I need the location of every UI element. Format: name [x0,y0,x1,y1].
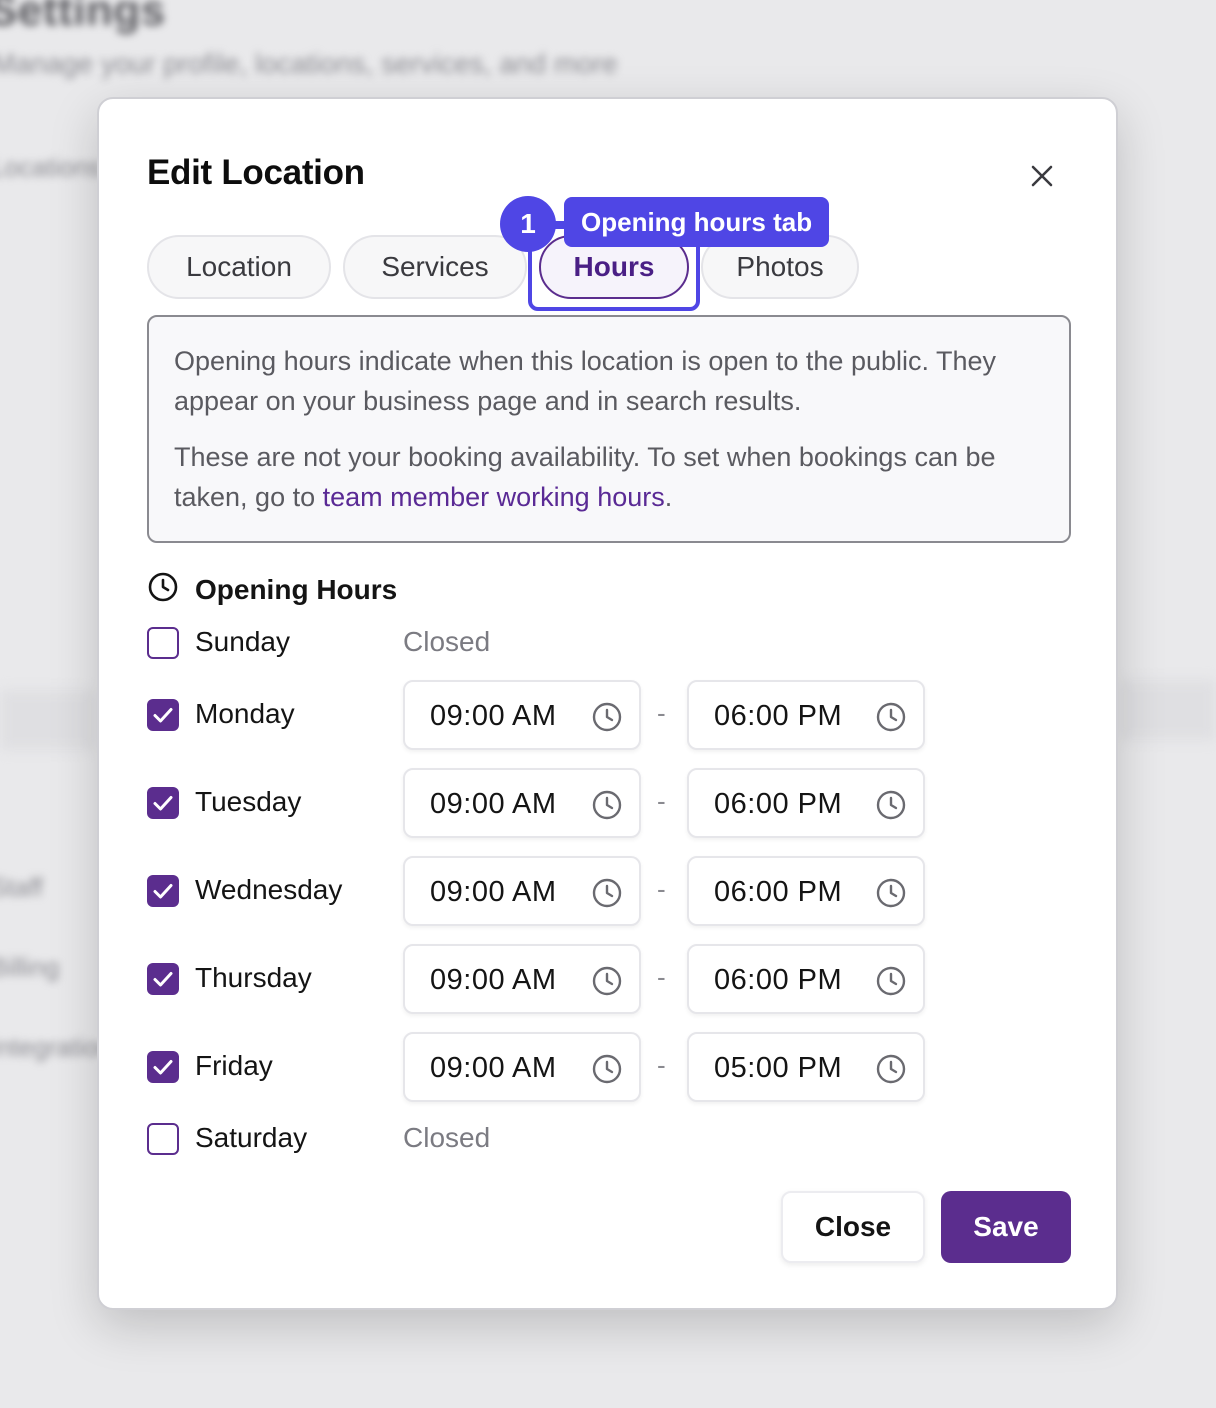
tuesday-open-time-input[interactable]: 09:00 AM [403,768,641,838]
check-icon [153,1060,173,1075]
save-button[interactable]: Save [941,1191,1071,1263]
close-icon[interactable] [1027,161,1057,191]
time-value: 09:00 AM [430,700,557,732]
day-row-friday: Friday 09:00 AM - 05:00 PM [147,1031,1047,1103]
closed-label: Closed [403,626,491,657]
saturday-checkbox[interactable] [147,1123,179,1155]
friday-open-time-input[interactable]: 09:00 AM [403,1032,641,1102]
wednesday-checkbox[interactable] [147,875,179,907]
thursday-open-time-input[interactable]: 09:00 AM [403,944,641,1014]
time-value: 09:00 AM [430,876,557,908]
tuesday-checkbox[interactable] [147,787,179,819]
time-value: 05:00 PM [714,1052,843,1084]
thursday-close-time-input[interactable]: 06:00 PM [687,944,925,1014]
clock-icon [592,966,622,996]
monday-close-time-input[interactable]: 06:00 PM [687,680,925,750]
clock-icon [876,1054,906,1084]
check-icon [153,796,173,811]
check-icon [153,708,173,723]
time-value: 06:00 PM [714,964,843,996]
day-label: Wednesday [195,874,343,905]
wednesday-open-time-input[interactable]: 09:00 AM [403,856,641,926]
info-paragraph-2: These are not your booking availability.… [174,437,1045,517]
sunday-checkbox[interactable] [147,627,179,659]
time-separator: - [657,786,666,816]
day-label: Tuesday [195,786,302,817]
check-icon [153,884,173,899]
day-row-tuesday: Tuesday 09:00 AM - 06:00 PM [147,767,1047,839]
clock-icon [876,790,906,820]
monday-checkbox[interactable] [147,699,179,731]
info-paragraph-1: Opening hours indicate when this locatio… [174,346,997,416]
day-row-sunday: Sunday Closed [147,611,1047,683]
clock-icon [876,878,906,908]
monday-open-time-input[interactable]: 09:00 AM [403,680,641,750]
time-separator: - [657,1050,666,1080]
day-row-monday: Monday 09:00 AM - 06:00 PM [147,679,1047,751]
background-subtitle: Manage your profile, locations, services… [0,48,618,79]
day-label: Thursday [195,962,312,993]
clock-icon [147,571,179,608]
clock-icon [592,790,622,820]
clock-icon [592,878,622,908]
thursday-checkbox[interactable] [147,963,179,995]
day-label: Saturday [195,1122,308,1153]
day-label: Friday [195,1050,273,1081]
team-member-working-hours-link[interactable]: team member working hours [323,482,665,512]
section-title: Opening Hours [195,573,398,605]
friday-checkbox[interactable] [147,1051,179,1083]
day-label: Sunday [195,626,290,657]
day-row-saturday: Saturday Closed [147,1107,1047,1179]
edit-location-modal: Edit Location Location Services Hours Ph… [97,97,1118,1310]
time-value: 09:00 AM [430,1052,557,1084]
clock-icon [876,702,906,732]
clock-icon [876,966,906,996]
annotation-label: Opening hours tab [564,197,830,247]
tuesday-close-time-input[interactable]: 06:00 PM [687,768,925,838]
wednesday-close-time-input[interactable]: 06:00 PM [687,856,925,926]
time-separator: - [657,962,666,992]
background-band [1118,680,1216,740]
tab-location[interactable]: Location [147,235,331,299]
time-separator: - [657,874,666,904]
day-label: Monday [195,698,295,729]
info-paragraph-2-suffix: . [664,482,673,512]
time-value: 09:00 AM [430,788,557,820]
time-value: 06:00 PM [714,700,843,732]
time-value: 09:00 AM [430,964,557,996]
closed-label: Closed [403,1122,491,1153]
clock-icon [592,702,622,732]
day-row-thursday: Thursday 09:00 AM - 06:00 PM [147,943,1047,1015]
check-icon [153,972,173,987]
tab-services[interactable]: Services [343,235,527,299]
background-side-item: Locations [0,152,102,182]
opening-hours-header: Opening Hours [147,571,397,608]
clock-icon [592,1054,622,1084]
close-button[interactable]: Close [781,1191,925,1263]
background-band [0,690,97,750]
time-value: 06:00 PM [714,876,843,908]
background-side-item: Staff [0,872,44,902]
time-value: 06:00 PM [714,788,843,820]
time-separator: - [657,698,666,728]
day-row-wednesday: Wednesday 09:00 AM - 06:00 PM [147,855,1047,927]
friday-close-time-input[interactable]: 05:00 PM [687,1032,925,1102]
annotation-number-badge: 1 [500,196,556,252]
modal-title: Edit Location [147,153,365,192]
background-side-item: Billing [0,952,60,982]
background-title: Settings [0,0,166,35]
info-box: Opening hours indicate when this locatio… [147,315,1071,543]
